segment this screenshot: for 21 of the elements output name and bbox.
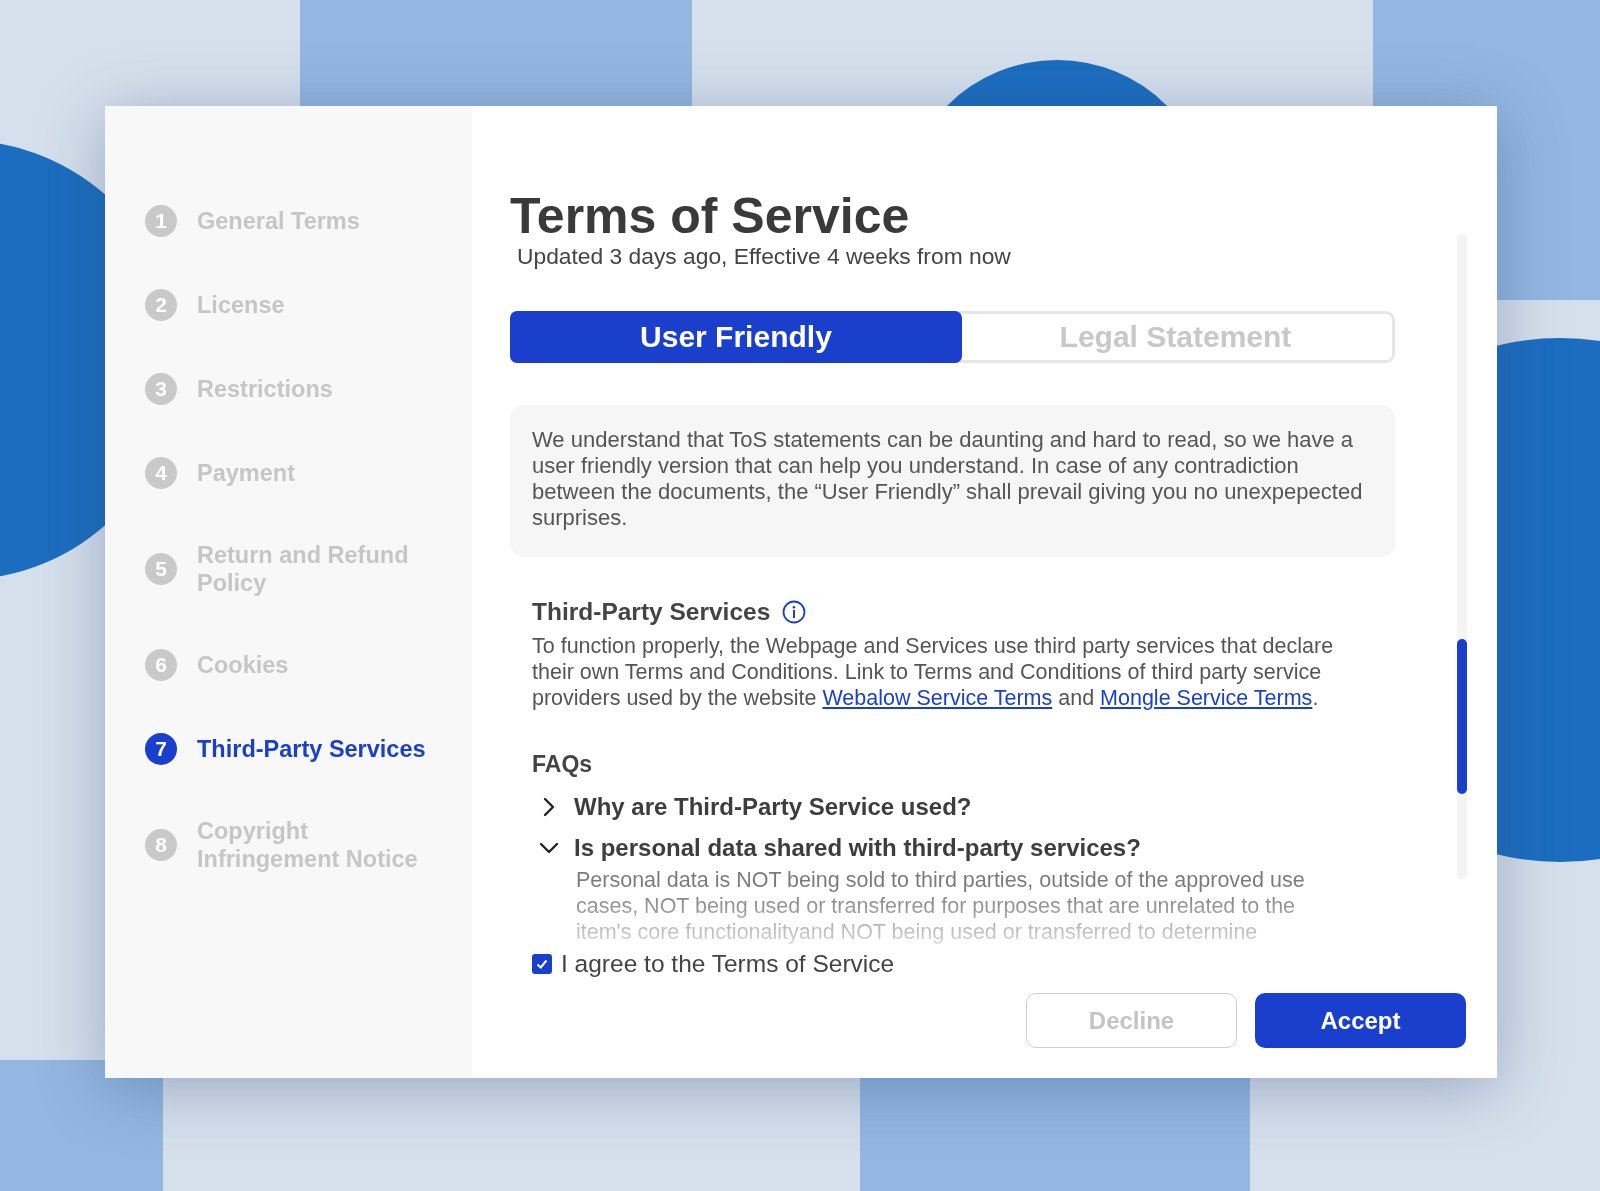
sidebar-item[interactable]: 7 Third-Party Services <box>145 723 472 775</box>
terms-link[interactable]: Webalow Service Terms <box>822 686 1053 710</box>
agree-checkbox[interactable] <box>532 954 552 974</box>
dialog-title: Terms of Service <box>510 191 911 241</box>
update-info: Updated 3 days ago, Effective 4 weeks from now <box>517 242 1012 271</box>
agree-label: I agree to the Terms of Service <box>561 949 895 979</box>
scrollbar-thumb[interactable] <box>1457 639 1467 794</box>
decline-button[interactable]: Decline <box>1026 993 1237 1048</box>
notice-text: We understand that ToS statements can be daunting and hard to read, so we have a user friendly version that can help you understand. In case of any contradiction between the documents, the “User Friendly” shall prevail giving you no unexpepected surprises. <box>510 405 1395 557</box>
checkmark-icon <box>535 957 549 971</box>
faq-heading: FAQs <box>532 750 594 778</box>
section-paragraph: To function properly, the Webpage and Services use third party services that declare their own Terms and Conditions. Link to Terms and Conditions of third party service providers used by the website Webalow Service Terms and Mongle Service Terms. <box>532 633 1335 711</box>
section-heading: Third-Party Services <box>532 597 771 627</box>
tab[interactable]: User Friendly <box>510 311 962 363</box>
info-icon[interactable] <box>782 600 807 624</box>
faq-question[interactable]: Why are Third-Party Service used? <box>538 792 972 822</box>
accept-button[interactable]: Accept <box>1255 993 1466 1048</box>
faq-question[interactable]: Is personal data shared with third-party services? <box>538 833 1141 863</box>
terms-link[interactable]: Mongle Service Terms <box>1100 686 1313 710</box>
step-number: 7 <box>145 733 177 765</box>
scrollbar[interactable] <box>1457 234 1467 879</box>
